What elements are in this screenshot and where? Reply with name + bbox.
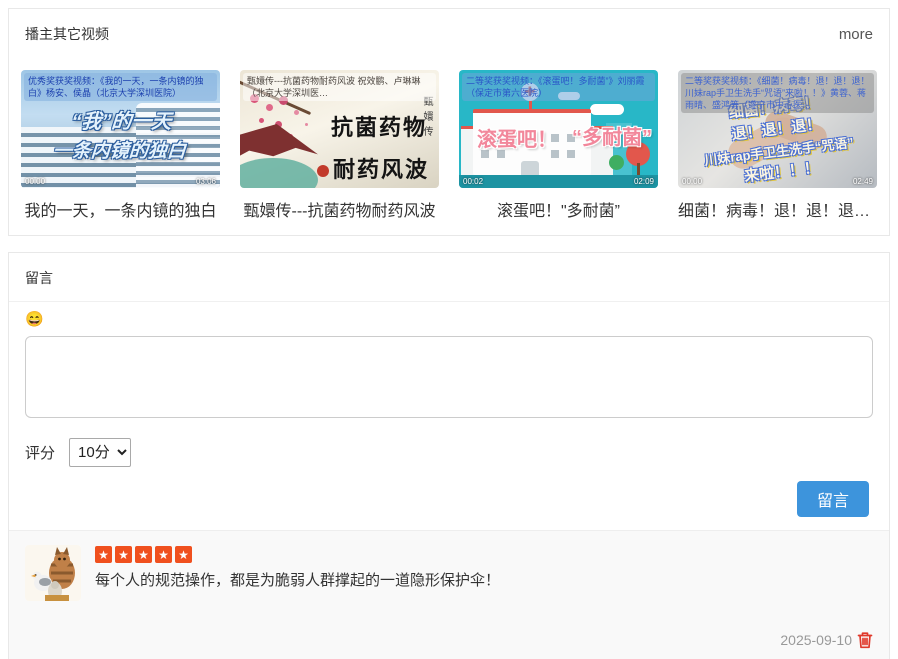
rating-row: 评分 10分 xyxy=(9,423,889,467)
rating-select[interactable]: 10分 xyxy=(69,438,131,467)
avatar xyxy=(25,545,81,601)
thumb-text-line: 抗菌药物 xyxy=(317,110,427,142)
video-thumbnail-2[interactable]: 甄嬛传---抗菌药物耐药风波 祝效鹏、卢琳琳（北京大学深圳医… 抗菌药物 耐药风… xyxy=(240,70,439,188)
timestamp-duration: 02:49 xyxy=(853,177,873,186)
thumb-text-line: “我”的一天 xyxy=(21,105,220,134)
other-videos-card: 播主其它视频 more 优秀奖获奖视频：《我的一天，一条内镜的独白》杨安、侯晶（… xyxy=(8,8,890,236)
trash-icon xyxy=(857,631,873,649)
star-rating: ★★★★★ xyxy=(95,546,873,563)
video-card-2[interactable]: 甄嬛传---抗菌药物耐药风波 祝效鹏、卢琳琳（北京大学深圳医… 抗菌药物 耐药风… xyxy=(240,70,439,221)
timestamp-start: 00:02 xyxy=(463,177,483,186)
video-card-1[interactable]: 优秀奖获奖视频：《我的一天，一条内镜的独白》杨安、侯晶（北京大学深圳医院） “我… xyxy=(21,70,220,221)
video-card-4[interactable]: 二等奖获奖视频：《细菌！病毒！退！退！退！川妹rap手卫生洗手“咒语”来啦！！》… xyxy=(678,70,877,221)
seal-dot-art xyxy=(317,165,329,177)
comment-date-row: 2025-09-10 xyxy=(25,631,873,655)
timestamp-start: 00:00 xyxy=(25,177,45,186)
thumbnail-title-art: “我”的一天 一条内镜的独白 xyxy=(21,105,220,163)
star-icon: ★ xyxy=(135,546,152,563)
emoji-row: 😄 xyxy=(9,302,889,331)
thumb-text: 耐药风波 xyxy=(333,157,429,183)
door-art xyxy=(521,161,539,175)
comment-text: 每个人的规范操作，都是为脆弱人群撑起的一道隐形保护伞！ xyxy=(95,570,873,592)
video-title[interactable]: 细菌！病毒！退！退！退！川... xyxy=(678,197,877,221)
thumbnail-title-art: 抗菌药物 耐药风波 xyxy=(317,110,427,184)
comment-input[interactable] xyxy=(25,336,873,418)
ground-art xyxy=(459,175,658,188)
avatar-illustration xyxy=(25,545,81,601)
comment-item: ★★★★★ 每个人的规范操作，都是为脆弱人群撑起的一道隐形保护伞！ xyxy=(25,545,873,601)
star-icon: ★ xyxy=(175,546,192,563)
page: 播主其它视频 more 优秀奖获奖视频：《我的一天，一条内镜的独白》杨安、侯晶（… xyxy=(0,0,898,659)
timestamp-duration: 03:06 xyxy=(196,177,216,186)
timestamp-duration: 02:09 xyxy=(634,177,654,186)
star-icon: ★ xyxy=(95,546,112,563)
thumb-text-line: 一条内镜的独白 xyxy=(21,136,220,163)
video-title[interactable]: 我的一天，一条内镜的独白 xyxy=(21,197,220,221)
video-thumbnail-3[interactable]: ✚ 二等奖获奖视频：《滚蛋吧！多耐菌”》刘丽霞（保定市第六医院） 滚蛋吧！ “多… xyxy=(459,70,658,188)
other-videos-header: 播主其它视频 more xyxy=(21,24,877,44)
comment-body: ★★★★★ 每个人的规范操作，都是为脆弱人群撑起的一道隐形保护伞！ xyxy=(95,545,873,601)
delete-comment-button[interactable] xyxy=(857,631,873,649)
submit-row: 留言 xyxy=(9,467,889,517)
rating-label: 评分 xyxy=(25,442,55,463)
emoji-picker-icon[interactable]: 😄 xyxy=(25,312,44,327)
thumb-text-line: “多耐菌” xyxy=(572,121,652,150)
cloud-art xyxy=(590,104,624,115)
video-caption-overlay: 二等奖获奖视频：《细菌！病毒！退！退！退！川妹rap手卫生洗手“咒语”来啦！！》… xyxy=(681,73,874,113)
vertical-title-art: 甄嬛传 xyxy=(419,96,434,141)
green-tree-art xyxy=(609,155,624,170)
submit-comment-button[interactable]: 留言 xyxy=(797,481,869,517)
star-icon: ★ xyxy=(155,546,172,563)
other-videos-title: 播主其它视频 xyxy=(25,24,109,44)
video-title[interactable]: 甄嬛传---抗菌药物耐药风波 xyxy=(240,197,439,221)
comments-title: 留言 xyxy=(9,253,889,302)
video-row: 优秀奖获奖视频：《我的一天，一条内镜的独白》杨安、侯晶（北京大学深圳医院） “我… xyxy=(21,70,877,221)
video-caption-overlay: 甄嬛传---抗菌药物耐药风波 祝效鹏、卢琳琳（北京大学深圳医… xyxy=(243,73,436,101)
tree-trunk-art xyxy=(637,163,640,175)
comment-date: 2025-09-10 xyxy=(780,632,852,648)
thumb-text-line: 耐药风波 xyxy=(317,152,429,184)
comment-list: ★★★★★ 每个人的规范操作，都是为脆弱人群撑起的一道隐形保护伞！ 2025-0… xyxy=(9,530,889,659)
comments-card: 留言 😄 评分 10分 留言 xyxy=(8,252,890,659)
video-card-3[interactable]: ✚ 二等奖获奖视频：《滚蛋吧！多耐菌”》刘丽霞（保定市第六医院） 滚蛋吧！ “多… xyxy=(459,70,658,221)
more-link[interactable]: more xyxy=(839,26,873,43)
video-caption-overlay: 优秀奖获奖视频：《我的一天，一条内镜的独白》杨安、侯晶（北京大学深圳医院） xyxy=(24,73,217,101)
video-caption-overlay: 二等奖获奖视频：《滚蛋吧！多耐菌”》刘丽霞（保定市第六医院） xyxy=(462,73,655,101)
thumb-text-line: 滚蛋吧！ xyxy=(477,123,557,152)
comment-input-wrap xyxy=(9,331,889,423)
video-thumbnail-4[interactable]: 二等奖获奖视频：《细菌！病毒！退！退！退！川妹rap手卫生洗手“咒语”来啦！！》… xyxy=(678,70,877,188)
teal-wash-art xyxy=(240,158,318,188)
timestamp-start: 00:00 xyxy=(682,177,702,186)
video-title[interactable]: 滚蛋吧！"多耐菌” xyxy=(459,197,658,221)
video-thumbnail-1[interactable]: 优秀奖获奖视频：《我的一天，一条内镜的独白》杨安、侯晶（北京大学深圳医院） “我… xyxy=(21,70,220,188)
star-icon: ★ xyxy=(115,546,132,563)
